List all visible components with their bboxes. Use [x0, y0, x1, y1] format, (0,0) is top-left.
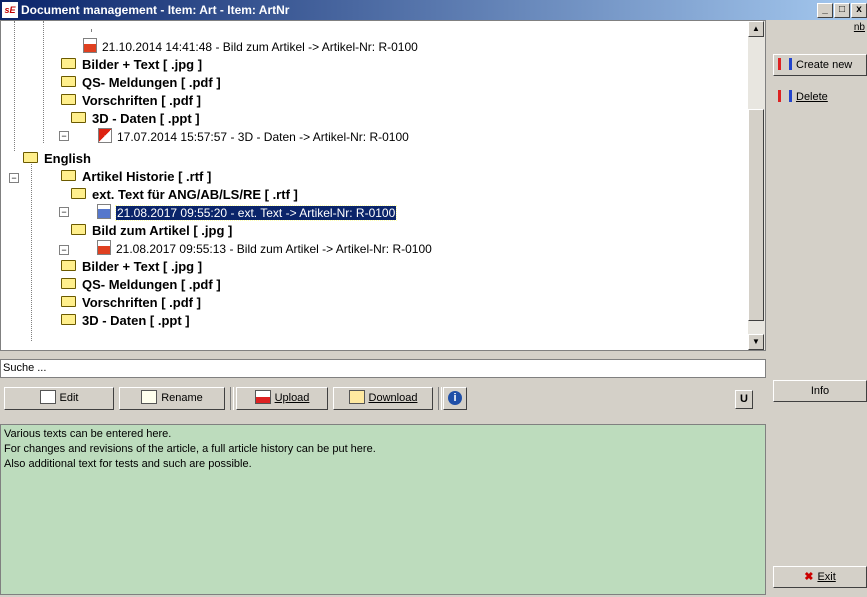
- exit-button[interactable]: ✖ Exit: [773, 566, 867, 588]
- tree-folder-row[interactable]: Artikel Historie [ .rtf ]: [61, 167, 211, 185]
- folder-icon: [61, 296, 76, 308]
- scroll-down-button[interactable]: ▼: [748, 334, 764, 350]
- tree-folder-row-english[interactable]: English: [23, 149, 91, 167]
- collapse-toggle[interactable]: −: [9, 173, 19, 183]
- tree-file-row[interactable]: 21.10.2014 14:41:48 - Bild zum Artikel -…: [83, 37, 418, 55]
- delete-button[interactable]: Delete: [773, 86, 867, 108]
- info-icon: i: [448, 391, 462, 405]
- tree-scrollbar[interactable]: ▲ ▼: [748, 21, 765, 350]
- search-input[interactable]: Suche ...: [0, 359, 766, 378]
- folder-open-icon: [23, 152, 38, 164]
- folder-open-icon: [71, 188, 86, 200]
- collapse-toggle[interactable]: −: [59, 131, 69, 141]
- edit-button[interactable]: Edit: [4, 387, 114, 410]
- delete-icon: [778, 90, 792, 103]
- u-button[interactable]: U: [735, 390, 753, 409]
- tree-folder-row[interactable]: 3D - Daten [ .ppt ]: [61, 311, 190, 329]
- tree-folder-row[interactable]: Bild zum Artikel [ .jpg ]: [71, 221, 232, 239]
- maximize-button[interactable]: □: [834, 3, 850, 18]
- scroll-thumb[interactable]: [748, 109, 764, 321]
- document-toolbar: Edit Rename Upload Download i U: [0, 384, 766, 424]
- tree-line: [91, 29, 92, 31]
- tree-line: [43, 21, 44, 143]
- tree-folder-row[interactable]: 3D - Daten [ .ppt ]: [71, 109, 200, 127]
- note-line: Various texts can be entered here.: [4, 428, 172, 440]
- scroll-up-button[interactable]: ▲: [748, 21, 764, 37]
- folder-icon: [61, 76, 76, 88]
- rename-icon: [141, 390, 158, 405]
- rtf-file-icon: [97, 204, 111, 220]
- folder-icon: [61, 170, 76, 182]
- tree-line: [31, 161, 32, 341]
- pdf-file-icon: [98, 128, 112, 144]
- info-side-button[interactable]: Info: [773, 380, 867, 402]
- tree-file-row-selected[interactable]: 21.08.2017 09:55:20 - ext. Text -> Artik…: [97, 203, 398, 221]
- ppt-file-icon: [97, 240, 111, 256]
- collapse-toggle[interactable]: −: [59, 245, 69, 255]
- folder-icon: [61, 94, 76, 106]
- app-icon: sE: [2, 2, 18, 18]
- folder-icon: [61, 314, 76, 326]
- edit-icon: [39, 390, 56, 405]
- tree-folder-row[interactable]: Bilder + Text [ .jpg ]: [61, 257, 202, 275]
- rename-button[interactable]: Rename: [119, 387, 225, 410]
- folder-icon: [61, 58, 76, 70]
- upload-button[interactable]: Upload: [236, 387, 328, 410]
- note-line: Also additional text for tests and such …: [4, 458, 252, 470]
- tree-file-row[interactable]: 17.07.2014 15:57:57 - 3D - Daten -> Arti…: [98, 127, 409, 145]
- note-textarea[interactable]: Various texts can be entered here. For c…: [0, 424, 766, 595]
- title-bar: sE Document management - Item: Art - Ite…: [0, 0, 867, 20]
- toolbar-separator: [438, 387, 442, 410]
- right-panel: nb Create new Delete Info ✖ Exit: [770, 20, 867, 597]
- folder-icon: [61, 278, 76, 290]
- tree-folder-row[interactable]: QS- Meldungen [ .pdf ]: [61, 73, 221, 91]
- tree-line: [14, 21, 15, 151]
- close-button[interactable]: x: [851, 3, 867, 18]
- tree-folder-row[interactable]: ext. Text für ANG/AB/LS/RE [ .rtf ]: [71, 185, 298, 203]
- folder-icon: [61, 260, 76, 272]
- folder-open-icon: [71, 224, 86, 236]
- collapse-toggle[interactable]: −: [59, 207, 69, 217]
- upload-icon: [254, 390, 271, 405]
- top-label[interactable]: nb: [854, 22, 865, 33]
- note-line: For changes and revisions of the article…: [4, 443, 376, 455]
- tree-file-row[interactable]: 21.08.2017 09:55:13 - Bild zum Artikel -…: [97, 239, 432, 257]
- download-button[interactable]: Download: [333, 387, 433, 410]
- info-button[interactable]: i: [443, 387, 467, 410]
- window-title: Document management - Item: Art - Item: …: [21, 3, 290, 17]
- create-new-button[interactable]: Create new: [773, 54, 867, 76]
- download-icon: [348, 390, 365, 405]
- document-tree[interactable]: 21.10.2014 14:41:48 - Bild zum Artikel -…: [0, 20, 766, 351]
- tree-folder-row[interactable]: Bilder + Text [ .jpg ]: [61, 55, 202, 73]
- folder-open-icon: [71, 112, 86, 124]
- tree-folder-row[interactable]: Vorschriften [ .pdf ]: [61, 91, 201, 109]
- exit-icon: ✖: [804, 571, 814, 583]
- tree-folder-row[interactable]: Vorschriften [ .pdf ]: [61, 293, 201, 311]
- create-new-icon: [778, 58, 792, 71]
- ppt-file-icon: [83, 38, 97, 54]
- tree-folder-row[interactable]: QS- Meldungen [ .pdf ]: [61, 275, 221, 293]
- minimize-button[interactable]: _: [817, 3, 833, 18]
- toolbar-separator: [230, 387, 234, 410]
